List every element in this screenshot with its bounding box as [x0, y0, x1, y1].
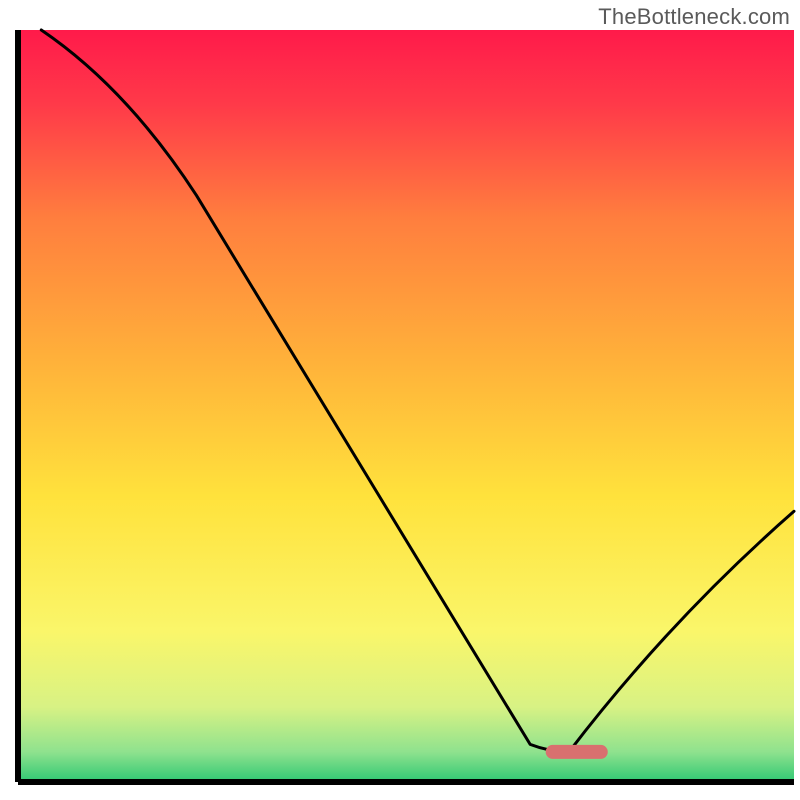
watermark-text: TheBottleneck.com: [598, 4, 790, 30]
chart-background-gradient: [18, 30, 794, 782]
chart-container: { "watermark": "TheBottleneck.com", "cha…: [0, 0, 800, 800]
bottleneck-chart: [0, 0, 800, 800]
optimal-marker: [546, 745, 608, 759]
